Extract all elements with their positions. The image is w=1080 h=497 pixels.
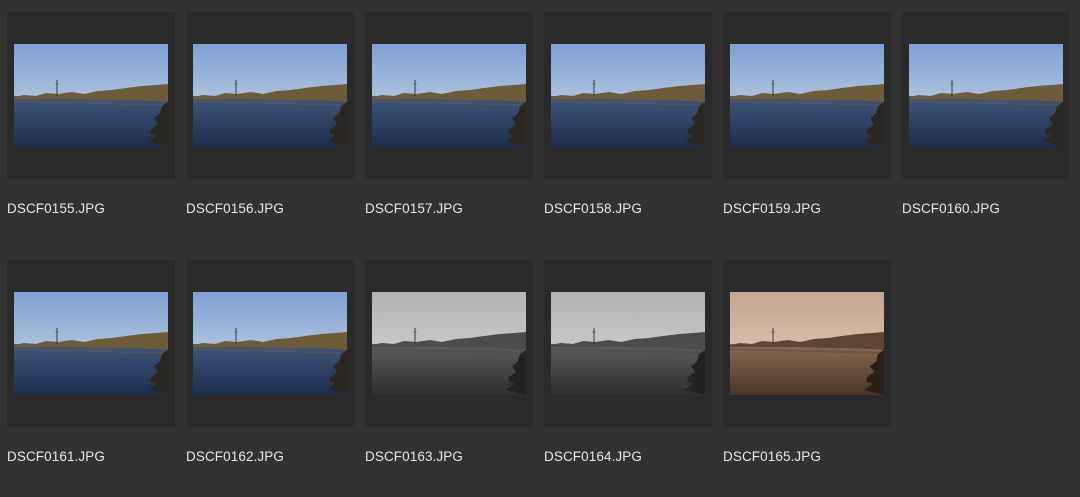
file-name-label[interactable]: DSCF0157.JPG xyxy=(365,201,533,217)
thumbnail-frame xyxy=(544,260,712,427)
thumbnail-image[interactable] xyxy=(193,44,347,147)
thumbnail-frame xyxy=(186,12,354,179)
thumbnail-frame xyxy=(723,12,891,179)
thumbnail-frame xyxy=(902,12,1070,179)
file-name-label[interactable]: DSCF0155.JPG xyxy=(7,201,175,217)
thumbnail-item[interactable]: DSCF0155.JPG xyxy=(7,12,175,227)
thumbnail-frame xyxy=(365,12,533,179)
thumbnail-image[interactable] xyxy=(551,292,705,395)
thumbnail-image[interactable] xyxy=(909,44,1063,147)
file-name-label[interactable]: DSCF0158.JPG xyxy=(544,201,712,217)
thumbnail-frame xyxy=(7,260,175,427)
thumbnail-image[interactable] xyxy=(372,44,526,147)
thumbnail-image[interactable] xyxy=(730,292,884,395)
thumbnail-item[interactable]: DSCF0157.JPG xyxy=(365,12,533,227)
thumbnail-item[interactable]: DSCF0156.JPG xyxy=(186,12,354,227)
file-name-label[interactable]: DSCF0162.JPG xyxy=(186,449,354,465)
thumbnail-image[interactable] xyxy=(372,292,526,395)
file-name-label[interactable]: DSCF0163.JPG xyxy=(365,449,533,465)
file-name-label[interactable]: DSCF0159.JPG xyxy=(723,201,891,217)
thumbnail-item[interactable]: DSCF0164.JPG xyxy=(544,260,712,475)
thumbnail-image[interactable] xyxy=(14,44,168,147)
thumbnail-image[interactable] xyxy=(551,44,705,147)
thumbnail-item[interactable]: DSCF0165.JPG xyxy=(723,260,891,475)
thumbnail-item[interactable]: DSCF0158.JPG xyxy=(544,12,712,227)
file-name-label[interactable]: DSCF0156.JPG xyxy=(186,201,354,217)
thumbnail-frame xyxy=(723,260,891,427)
thumbnail-image[interactable] xyxy=(14,292,168,395)
thumbnail-item[interactable]: DSCF0160.JPG xyxy=(902,12,1070,227)
thumbnail-image[interactable] xyxy=(193,292,347,395)
thumbnail-frame xyxy=(7,12,175,179)
file-name-label[interactable]: DSCF0161.JPG xyxy=(7,449,175,465)
file-name-label[interactable]: DSCF0165.JPG xyxy=(723,449,891,465)
thumbnail-grid: DSCF0155.JPG DSCF0156.JPG DSCF0157.JPG D… xyxy=(0,0,1080,497)
thumbnail-frame xyxy=(365,260,533,427)
file-name-label[interactable]: DSCF0160.JPG xyxy=(902,201,1070,217)
thumbnail-item[interactable]: DSCF0163.JPG xyxy=(365,260,533,475)
thumbnail-item[interactable]: DSCF0159.JPG xyxy=(723,12,891,227)
thumbnail-image[interactable] xyxy=(730,44,884,147)
thumbnail-item[interactable]: DSCF0161.JPG xyxy=(7,260,175,475)
thumbnail-frame xyxy=(544,12,712,179)
thumbnail-item[interactable]: DSCF0162.JPG xyxy=(186,260,354,475)
file-name-label[interactable]: DSCF0164.JPG xyxy=(544,449,712,465)
thumbnail-frame xyxy=(186,260,354,427)
